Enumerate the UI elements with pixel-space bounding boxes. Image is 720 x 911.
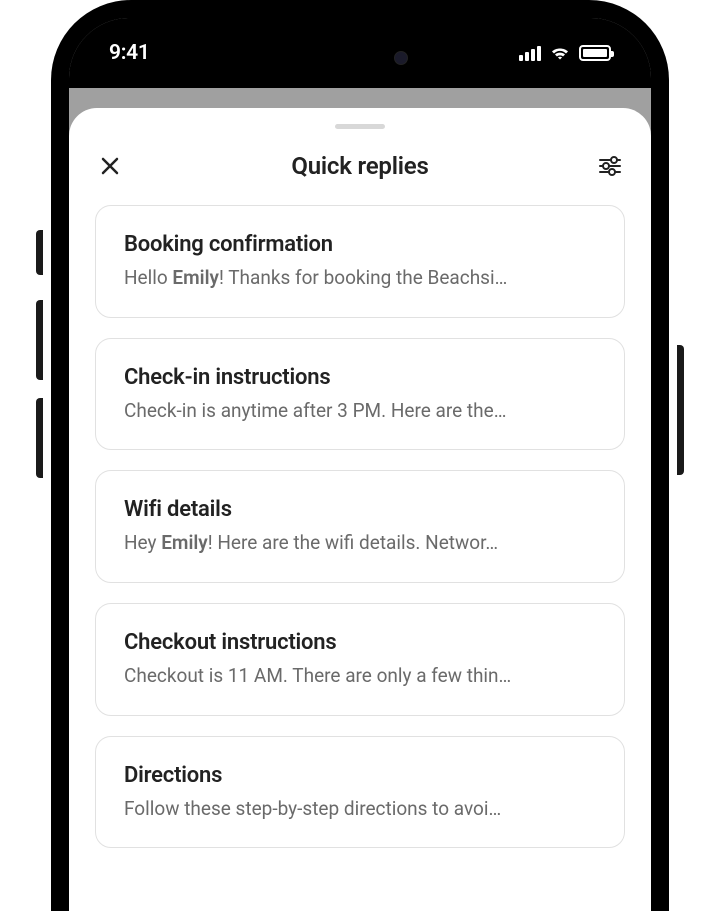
reply-title: Check-in instructions <box>124 365 596 390</box>
volume-down-button <box>36 398 43 478</box>
reply-title: Directions <box>124 763 596 788</box>
reply-card-booking-confirmation[interactable]: Booking confirmation Hello Emily! Thanks… <box>95 205 625 318</box>
dynamic-island <box>290 38 430 78</box>
reply-title: Booking confirmation <box>124 232 596 257</box>
sliders-icon <box>598 156 622 176</box>
reply-snippet: Checkout is 11 AM. There are only a few … <box>124 663 596 689</box>
bottom-sheet: Quick replies <box>69 108 651 911</box>
reply-snippet: Follow these step-by-step directions to … <box>124 796 596 822</box>
reply-snippet: Check-in is anytime after 3 PM. Here are… <box>124 398 596 424</box>
close-icon <box>100 156 120 176</box>
volume-up-button <box>36 300 43 380</box>
reply-snippet: Hey Emily! Here are the wifi details. Ne… <box>124 530 596 556</box>
screen: 9:41 <box>69 18 651 911</box>
settings-button[interactable] <box>595 151 625 181</box>
reply-title: Checkout instructions <box>124 630 596 655</box>
reply-card-directions[interactable]: Directions Follow these step-by-step dir… <box>95 736 625 849</box>
reply-title: Wifi details <box>124 497 596 522</box>
front-camera <box>394 51 408 65</box>
close-button[interactable] <box>95 151 125 181</box>
battery-icon <box>579 45 611 61</box>
wifi-icon <box>549 45 571 61</box>
drag-handle[interactable] <box>335 124 385 129</box>
reply-list: Booking confirmation Hello Emily! Thanks… <box>69 205 651 848</box>
sheet-header: Quick replies <box>69 141 651 205</box>
reply-card-check-in[interactable]: Check-in instructions Check-in is anytim… <box>95 338 625 451</box>
reply-card-checkout[interactable]: Checkout instructions Checkout is 11 AM.… <box>95 603 625 716</box>
phone-mockup: 9:41 <box>0 0 720 911</box>
cellular-signal-icon <box>519 45 541 61</box>
device-frame: 9:41 <box>51 0 669 911</box>
reply-snippet: Hello Emily! Thanks for booking the Beac… <box>124 265 596 291</box>
status-icons <box>519 45 611 61</box>
reply-card-wifi[interactable]: Wifi details Hey Emily! Here are the wif… <box>95 470 625 583</box>
power-button <box>677 345 684 475</box>
side-button <box>36 230 43 275</box>
page-title: Quick replies <box>291 152 428 180</box>
status-time: 9:41 <box>109 41 150 65</box>
